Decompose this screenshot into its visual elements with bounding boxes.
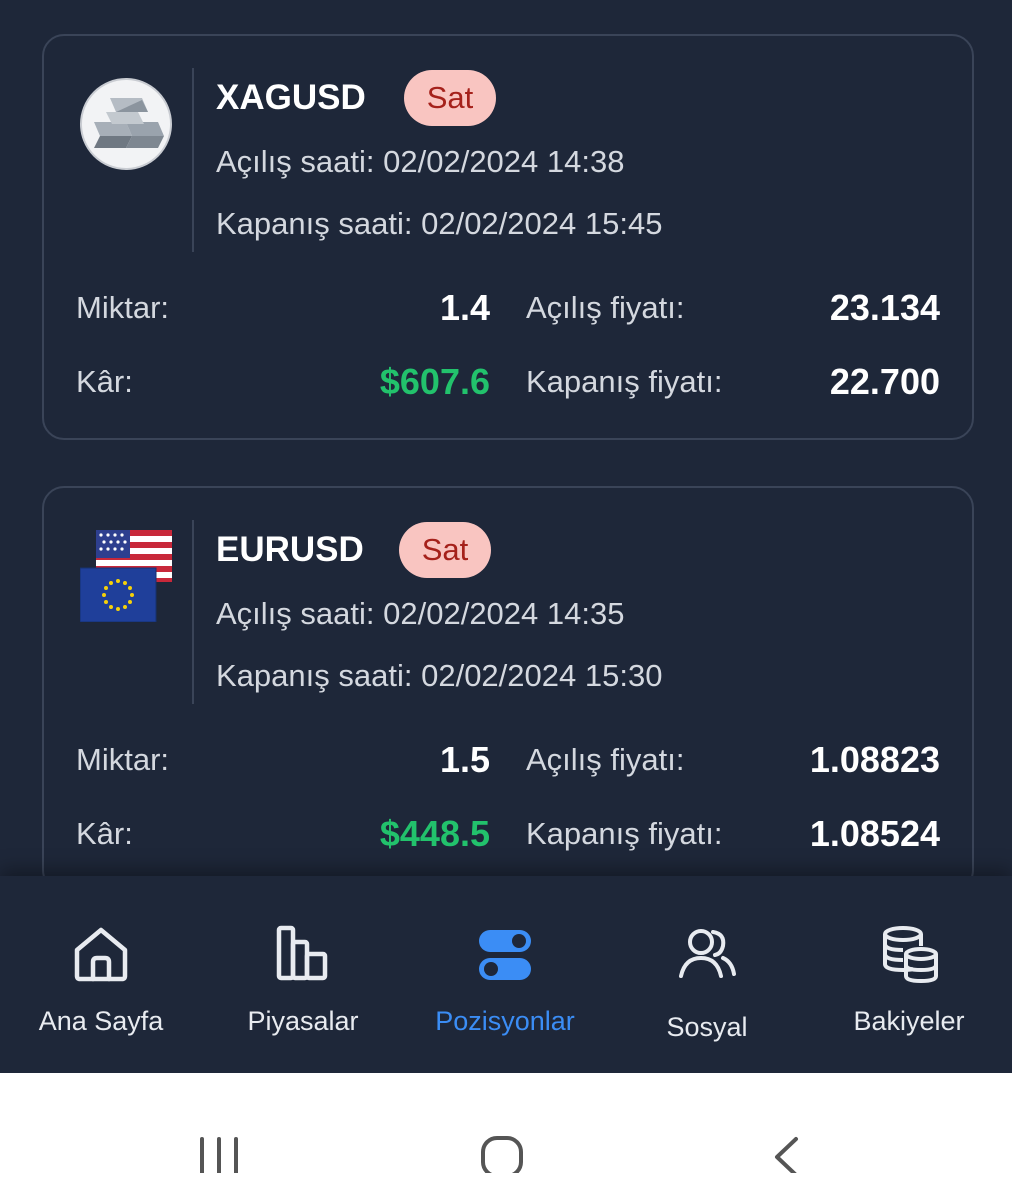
bottom-nav: Ana Sayfa Piyasalar Pozisyonlar Sosyal B… (0, 876, 1012, 1073)
close-price-label: Kapanış fiyatı: (526, 816, 723, 851)
positions-list: XAGUSD Sat Açılış saati: 02/02/2024 14:3… (0, 0, 1012, 876)
close-price-value: 22.700 (829, 361, 940, 402)
silver-bars-icon (80, 78, 172, 170)
open-time-label: Açılış saati: (216, 596, 375, 631)
close-price-label: Kapanış fiyatı: (526, 364, 723, 399)
close-time: Kapanış saati: 02/02/2024 15:45 (216, 204, 662, 244)
nav-item-positions[interactable]: Pozisyonlar (404, 876, 606, 1073)
divider (192, 520, 194, 704)
close-time: Kapanış saati: 02/02/2024 15:30 (216, 656, 662, 696)
open-time: Açılış saati: 02/02/2024 14:38 (216, 142, 624, 182)
amount-label: Miktar: (76, 290, 169, 325)
amount-value: 1.4 (439, 287, 490, 328)
open-price-label: Açılış fiyatı: (526, 290, 685, 325)
system-nav-bar (0, 1073, 1012, 1200)
nav-item-balances[interactable]: Bakiyeler (808, 876, 1010, 1073)
divider (192, 68, 194, 252)
back-icon[interactable] (742, 1093, 832, 1177)
close-time-label: Kapanış saati: (216, 658, 413, 693)
close-time-label: Kapanış saati: (216, 206, 413, 241)
users-icon (677, 924, 737, 984)
coins-icon (879, 924, 939, 984)
open-price-value: 1.08823 (809, 739, 940, 780)
open-price-value: 23.134 (829, 287, 940, 328)
symbol: XAGUSD (216, 78, 366, 117)
side-badge: Sat (399, 522, 491, 578)
profit-value: $448.5 (379, 813, 490, 854)
toggles-icon (475, 924, 535, 984)
profit-label: Kâr: (76, 364, 133, 399)
position-card[interactable]: XAGUSD Sat Açılış saati: 02/02/2024 14:3… (42, 34, 974, 440)
nav-item-home[interactable]: Ana Sayfa (0, 876, 202, 1073)
nav-item-social[interactable]: Sosyal (606, 876, 808, 1073)
open-price-label: Açılış fiyatı: (526, 742, 685, 777)
side-badge: Sat (404, 70, 496, 126)
nav-label: Piyasalar (247, 1006, 359, 1036)
close-price-value: 1.08524 (809, 813, 940, 854)
nav-item-markets[interactable]: Piyasalar (202, 876, 404, 1073)
profit-value: $607.6 (379, 361, 490, 402)
open-time-value: 02/02/2024 14:35 (383, 596, 625, 631)
open-time-value: 02/02/2024 14:38 (383, 144, 625, 179)
home-circle-icon[interactable] (456, 1093, 546, 1178)
nav-label: Ana Sayfa (38, 1006, 164, 1036)
nav-label: Pozisyonlar (435, 1006, 575, 1036)
amount-label: Miktar: (76, 742, 169, 777)
nav-label: Bakiyeler (853, 1006, 965, 1036)
home-icon (71, 924, 131, 984)
amount-value: 1.5 (439, 739, 490, 780)
position-card[interactable]: EURUSD Sat Açılış saati: 02/02/2024 14:3… (42, 486, 974, 876)
profit-label: Kâr: (76, 816, 133, 851)
nav-label: Sosyal (666, 1012, 748, 1042)
open-time: Açılış saati: 02/02/2024 14:35 (216, 594, 624, 634)
eur-usd-flags-icon (79, 530, 172, 623)
close-time-value: 02/02/2024 15:45 (421, 206, 663, 241)
bar-chart-icon (273, 924, 333, 984)
recent-apps-icon[interactable] (174, 1093, 264, 1177)
symbol: EURUSD (216, 530, 364, 569)
open-time-label: Açılış saati: (216, 144, 375, 179)
close-time-value: 02/02/2024 15:30 (421, 658, 663, 693)
